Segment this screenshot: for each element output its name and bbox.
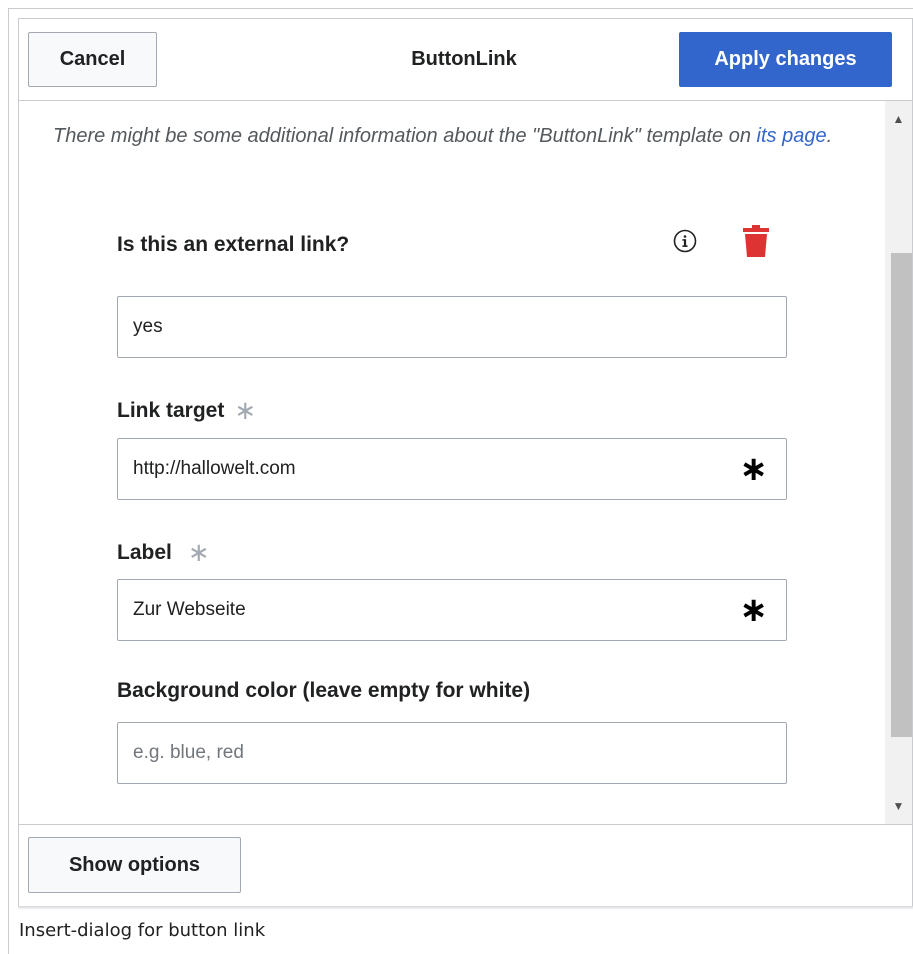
label-label: Label — [117, 540, 172, 564]
link-target-value: http://hallowelt.com — [133, 458, 296, 479]
background-color-placeholder: e.g. blue, red — [133, 742, 244, 763]
required-indicator: ∗ — [234, 395, 257, 425]
scrollbar-thumb[interactable] — [891, 253, 912, 737]
external-link-value: yes — [133, 316, 163, 337]
show-options-button[interactable]: Show options — [28, 837, 241, 893]
link-target-label: Link target — [117, 398, 225, 422]
background-color-input[interactable]: e.g. blue, red — [117, 722, 787, 784]
scroll-up-arrow-icon[interactable]: ▲ — [885, 109, 912, 129]
field-label-external-link: Is this an external link? — [117, 233, 350, 256]
dialog-footer: Show options — [19, 824, 912, 909]
image-caption: Insert-dialog for button link — [19, 920, 266, 941]
dialog-shadow — [18, 906, 913, 910]
field-label-link-target: Link target ∗ — [117, 395, 256, 426]
field-label-label: Label ∗ — [117, 537, 210, 568]
label-input[interactable]: Zur Webseite ∗ — [117, 579, 787, 641]
scroll-down-arrow-icon[interactable]: ▼ — [885, 796, 912, 816]
label-value: Zur Webseite — [133, 599, 246, 620]
vertical-scrollbar[interactable]: ▲ ▼ — [885, 101, 912, 824]
required-star-icon: ∗ — [739, 450, 769, 488]
link-target-input[interactable]: http://hallowelt.com ∗ — [117, 438, 787, 500]
trash-icon[interactable] — [743, 225, 769, 257]
template-dialog: Cancel ButtonLink Apply changes There mi… — [18, 18, 913, 909]
external-link-input[interactable]: yes — [117, 296, 787, 358]
dialog-header: Cancel ButtonLink Apply changes — [19, 19, 912, 101]
required-indicator: ∗ — [187, 537, 210, 567]
its-page-link[interactable]: its page — [757, 125, 827, 147]
info-text-after: . — [826, 125, 833, 147]
apply-changes-button[interactable]: Apply changes — [679, 32, 892, 87]
cancel-button[interactable]: Cancel — [28, 32, 157, 87]
info-icon[interactable] — [673, 229, 697, 253]
field-label-background-color: Background color (leave empty for white) — [117, 679, 531, 702]
dialog-body[interactable]: There might be some additional informati… — [19, 101, 912, 824]
dialog-title: ButtonLink — [411, 48, 517, 70]
template-info-text: There might be some additional informati… — [53, 117, 843, 155]
required-star-icon: ∗ — [739, 591, 769, 629]
info-text-before: There might be some additional informati… — [53, 125, 757, 147]
